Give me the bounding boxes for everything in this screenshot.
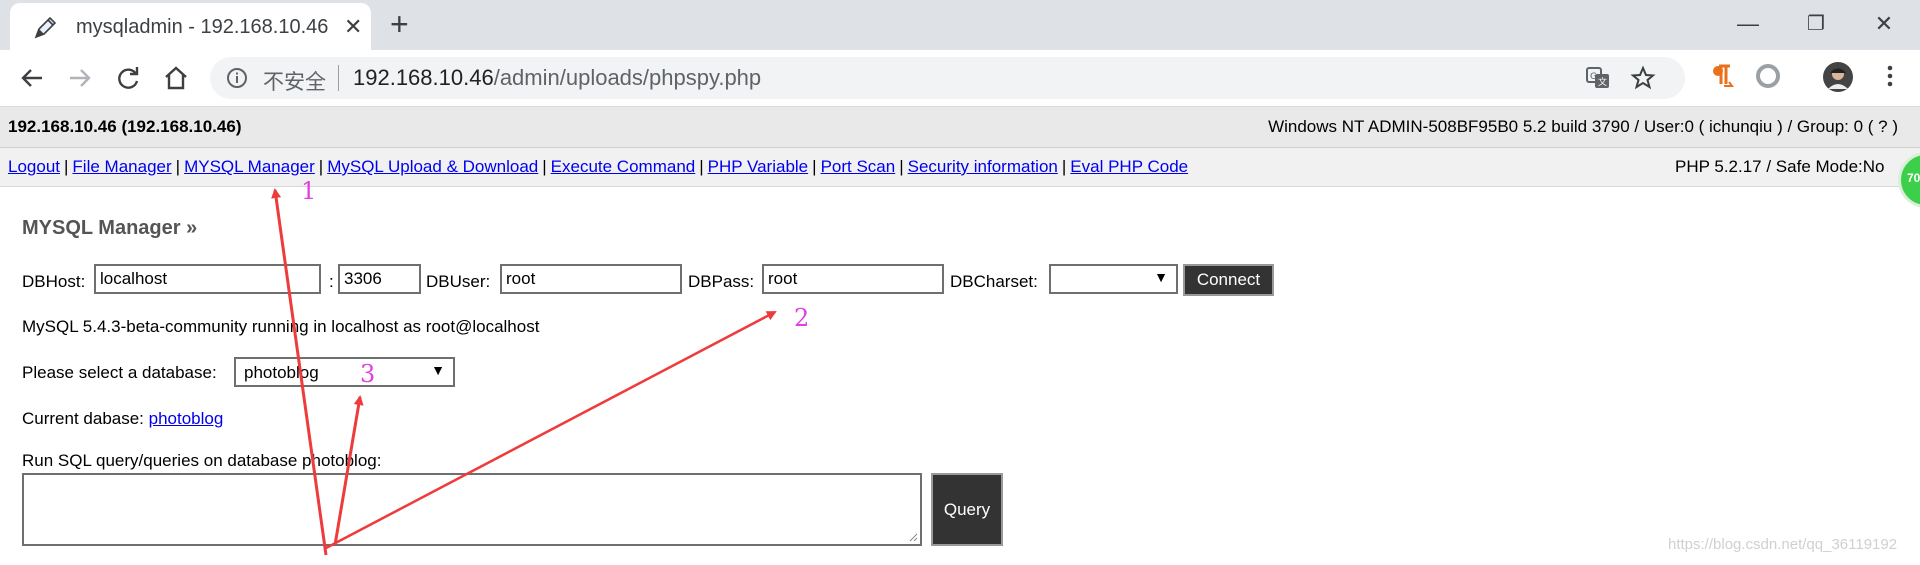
pen-favicon-icon [34, 16, 57, 39]
menu-separator: | [175, 157, 181, 176]
resize-grip-icon[interactable] [908, 532, 918, 542]
browser-toolbar: 不安全 192.168.10.46/admin/uploads/phpspy.p… [0, 50, 1920, 107]
database-select-value: photoblog [244, 363, 319, 382]
menu-separator: | [1061, 157, 1067, 176]
annotation-number-3: 3 [360, 360, 376, 388]
restore-button[interactable]: ❐ [1796, 8, 1836, 40]
host-title: 192.168.10.46 (192.168.10.46) [8, 117, 242, 136]
badge-count: 70 [1907, 171, 1920, 185]
menu-eval-php-link[interactable]: Eval PHP Code [1070, 157, 1188, 176]
tab-title: mysqladmin - 192.168.10.46 [76, 16, 329, 38]
tab-strip: mysqladmin - 192.168.10.46 ✕ + — ❐ ✕ [0, 0, 1920, 50]
dbcharset-select[interactable]: ▼ [1049, 264, 1178, 294]
forward-arrow-icon[interactable] [64, 62, 96, 94]
menu-separator: | [318, 157, 324, 176]
translate-icon[interactable]: G 文 [1585, 65, 1611, 91]
reload-icon[interactable] [112, 62, 144, 94]
menu-separator: | [812, 157, 817, 176]
kebab-menu-icon[interactable] [1876, 62, 1904, 90]
dropdown-arrow-icon: ▼ [431, 362, 445, 378]
system-info: Windows NT ADMIN-508BF95B0 5.2 build 379… [1268, 117, 1898, 136]
dbpass-input[interactable] [762, 264, 944, 294]
annotation-number-1: 1 [301, 177, 317, 205]
url-text[interactable]: 192.168.10.46/admin/uploads/phpspy.php [353, 65, 761, 91]
dbpass-label: DBPass: [688, 272, 755, 291]
menu-bar: Logout | File Manager | MYSQL Manager | MySQL … [0, 148, 1920, 187]
port-input[interactable] [338, 264, 421, 294]
dbhost-input[interactable] [94, 264, 321, 294]
dbuser-label: DBUser: [426, 272, 491, 291]
dropdown-arrow-icon: ▼ [1154, 269, 1168, 285]
sql-query-textarea[interactable] [22, 473, 922, 546]
circle-extension-icon[interactable] [1754, 62, 1782, 90]
query-button[interactable]: Query [931, 473, 1003, 546]
connect-button[interactable]: Connect [1183, 264, 1274, 296]
database-select[interactable]: photoblog ▼ [234, 357, 455, 387]
page-content: 192.168.10.46 (192.168.10.46) Windows NT… [0, 107, 1920, 565]
window-close-button[interactable]: ✕ [1864, 8, 1904, 40]
menu-links: Logout | File Manager | MYSQL Manager | MySQL … [8, 157, 1188, 177]
back-arrow-icon[interactable] [16, 62, 48, 94]
menu-separator: | [899, 157, 904, 176]
browser-tab[interactable]: mysqladmin - 192.168.10.46 ✕ [10, 3, 371, 50]
current-db-label: Current dabase: [22, 409, 144, 428]
dbcharset-label: DBCharset: [950, 272, 1038, 291]
select-db-label: Please select a database: [22, 363, 217, 382]
info-bar: 192.168.10.46 (192.168.10.46) Windows NT… [0, 107, 1920, 148]
menu-mysql-manager-link[interactable]: MYSQL Manager [184, 157, 315, 176]
status-line: MySQL 5.4.3-beta-community running in lo… [22, 317, 540, 336]
svg-text:文: 文 [1598, 76, 1607, 88]
menu-execute-command-link[interactable]: Execute Command [551, 157, 696, 176]
menu-file-manager-link[interactable]: File Manager [72, 157, 171, 176]
current-db-line: Current dabase: photoblog [22, 409, 223, 429]
run-sql-label: Run SQL query/queries on database photob… [22, 451, 382, 470]
menu-logout-link[interactable]: Logout [8, 157, 60, 176]
menu-separator: | [699, 157, 704, 176]
home-icon[interactable] [160, 62, 192, 94]
address-bar[interactable]: 不安全 192.168.10.46/admin/uploads/phpspy.p… [210, 57, 1685, 99]
dbhost-label: DBHost: [22, 272, 86, 291]
url-path: /admin/uploads/phpspy.php [493, 65, 762, 90]
paragraph-extension-icon[interactable] [1708, 62, 1736, 90]
not-secure-label: 不安全 [263, 71, 326, 94]
watermark: https://blog.csdn.net/qq_36119192 [1668, 536, 1898, 553]
current-db-link[interactable]: photoblog [149, 409, 224, 428]
url-divider [338, 65, 339, 91]
menu-mysql-upload-link[interactable]: MySQL Upload & Download [327, 157, 538, 176]
php-info: PHP 5.2.17 / Safe Mode:No [1675, 157, 1885, 176]
minimize-button[interactable]: — [1728, 8, 1768, 40]
section-title: MYSQL Manager » [22, 217, 198, 239]
tab-close-icon[interactable]: ✕ [344, 14, 362, 40]
svg-text:G: G [1590, 72, 1597, 82]
port-separator: : [329, 272, 334, 291]
bookmark-star-icon[interactable] [1630, 65, 1656, 91]
dbuser-input[interactable] [500, 264, 682, 294]
menu-port-scan-link[interactable]: Port Scan [821, 157, 896, 176]
annotation-number-2: 2 [794, 304, 810, 332]
url-host: 192.168.10.46 [353, 65, 494, 90]
menu-separator: | [64, 157, 69, 176]
avatar[interactable] [1822, 61, 1854, 93]
menu-php-variable-link[interactable]: PHP Variable [708, 157, 808, 176]
menu-separator: | [542, 157, 547, 176]
info-icon[interactable] [226, 67, 248, 89]
menu-security-info-link[interactable]: Security information [908, 157, 1058, 176]
new-tab-button[interactable]: + [390, 8, 409, 40]
